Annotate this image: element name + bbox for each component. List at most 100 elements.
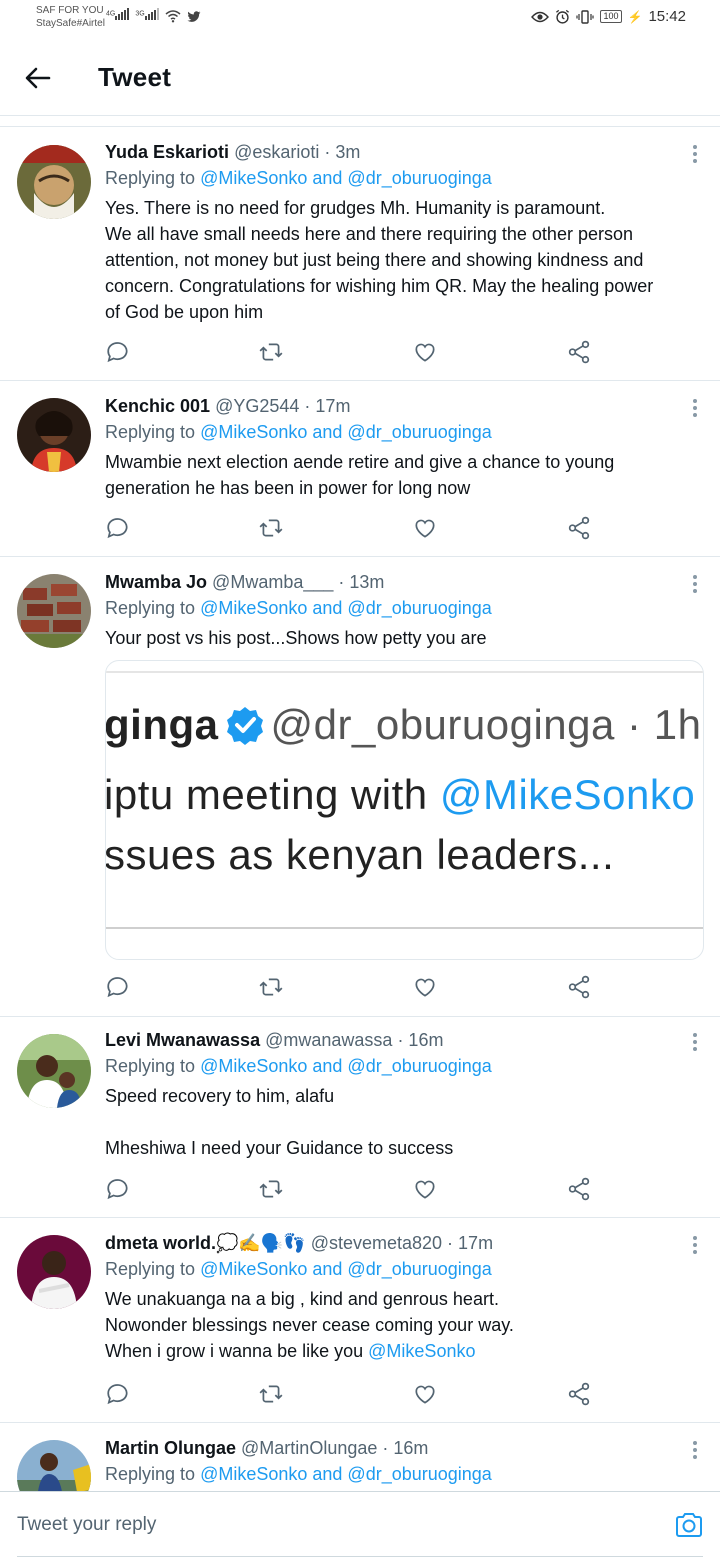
mention-link[interactable]: @MikeSonko (368, 1341, 475, 1361)
share-icon[interactable] (566, 339, 594, 367)
like-icon[interactable] (412, 339, 440, 367)
avatar[interactable] (17, 1440, 91, 1491)
mention-link[interactable]: @MikeSonko and @dr_oburuoginga (200, 598, 492, 618)
eye-icon (531, 11, 550, 22)
vibrate-icon (576, 9, 595, 24)
tweet-text: Mwambie next election aende retire and g… (105, 452, 615, 498)
mention-link[interactable]: @MikeSonko and @dr_oburuoginga (200, 1464, 492, 1484)
display-name[interactable]: Mwamba Jo (105, 572, 207, 592)
reply-tweet[interactable]: Martin Olungae @MartinOlungae · 16m Repl… (0, 1423, 720, 1491)
user-handle[interactable]: @eskarioti (234, 142, 319, 162)
embedded-handle: @dr_oburuoginga · 1h (270, 701, 702, 748)
reply-icon[interactable] (105, 1176, 133, 1204)
signal-icon: 4G (106, 8, 130, 23)
carrier-label: SAF FOR YOU StaySafe#Airtel (36, 5, 105, 29)
more-options-icon[interactable] (692, 1441, 698, 1461)
mention-link[interactable]: @MikeSonko and @dr_oburuoginga (200, 422, 492, 442)
reply-icon[interactable] (105, 339, 133, 367)
tweet-actions (105, 515, 595, 543)
share-icon[interactable] (566, 1176, 594, 1204)
timestamp: · 17m (447, 1233, 494, 1253)
tweet-text: Yes. There is no need for grudges Mh. Hu… (105, 198, 654, 322)
page-title: Tweet (98, 62, 172, 92)
like-icon[interactable] (412, 1381, 440, 1409)
like-icon[interactable] (412, 974, 440, 1002)
status-bar: SAF FOR YOU StaySafe#Airtel 4G 3G 100 ⚡ … (0, 0, 720, 40)
like-icon[interactable] (412, 1176, 440, 1204)
share-icon[interactable] (566, 1381, 594, 1409)
reply-tweet[interactable]: Levi Mwanawassa @mwanawassa · 16m Replyi… (0, 1017, 720, 1218)
share-icon[interactable] (566, 974, 594, 1002)
user-handle[interactable]: @MartinOlungae (241, 1438, 377, 1458)
avatar[interactable] (17, 398, 91, 472)
user-handle[interactable]: @mwanawassa (265, 1030, 392, 1050)
timestamp: · 16m (382, 1438, 429, 1458)
reply-tweet[interactable]: Yuda Eskarioti @eskarioti · 3m Replying … (0, 127, 720, 381)
reply-tweet[interactable]: Mwamba Jo @Mwamba___ · 13m Replying to @… (0, 557, 720, 1017)
back-button[interactable] (22, 62, 54, 94)
tweet-actions (105, 1176, 595, 1204)
replying-to: Replying to @MikeSonko and @dr_oburuogin… (105, 1056, 492, 1076)
user-handle[interactable]: @stevemeta820 (311, 1233, 442, 1253)
display-name[interactable]: Yuda Eskarioti (105, 142, 229, 162)
share-icon[interactable] (566, 515, 594, 543)
avatar[interactable] (17, 1235, 91, 1309)
reply-tweet[interactable]: Kenchic 001 @YG2544 · 17m Replying to @M… (0, 381, 720, 557)
more-options-icon[interactable] (692, 1033, 698, 1053)
embedded-mention: @MikeSonko (439, 771, 696, 818)
replying-to: Replying to @MikeSonko and @dr_oburuogin… (105, 168, 492, 188)
retweet-icon[interactable] (258, 1381, 286, 1409)
reply-tweet[interactable]: dmeta world.💭✍️🗣️👣 @stevemeta820 · 17m R… (0, 1218, 720, 1423)
retweet-icon[interactable] (258, 974, 286, 1002)
like-icon[interactable] (412, 515, 440, 543)
timestamp: · 13m (338, 572, 385, 592)
top-app-bar: Tweet (0, 40, 720, 116)
screenshot-image: ginga @dr_oburuoginga · 1h iptu meeting w… (106, 671, 703, 929)
embedded-text: ssues as kenyan leaders... (106, 831, 615, 878)
tweet-text: Your post vs his post...Shows how petty … (105, 628, 487, 648)
replying-to: Replying to @MikeSonko and @dr_oburuogin… (105, 1259, 492, 1279)
arrow-left-icon (25, 67, 51, 89)
signal-icons: 4G 3G (106, 8, 201, 23)
display-name[interactable]: Levi Mwanawassa (105, 1030, 260, 1050)
more-options-icon[interactable] (692, 145, 698, 165)
retweet-icon[interactable] (258, 515, 286, 543)
more-options-icon[interactable] (692, 399, 698, 419)
reply-icon[interactable] (105, 1381, 133, 1409)
wifi-icon (165, 10, 181, 23)
more-options-icon[interactable] (692, 575, 698, 595)
avatar[interactable] (17, 1034, 91, 1108)
embedded-text: iptu meeting with (106, 771, 428, 818)
avatar[interactable] (17, 574, 91, 648)
retweet-icon[interactable] (258, 339, 286, 367)
clock: 15:42 (648, 8, 686, 25)
tweet-text: We unakuanga na a big , kind and genrous… (105, 1289, 514, 1361)
more-options-icon[interactable] (692, 1236, 698, 1256)
retweet-icon[interactable] (258, 1176, 286, 1204)
timestamp: · 16m (397, 1030, 444, 1050)
reply-icon[interactable] (105, 974, 133, 1002)
status-right: 100 ⚡ 15:42 (531, 8, 686, 25)
signal-icon: 3G (135, 8, 159, 23)
embedded-name: ginga (106, 701, 219, 748)
mention-link[interactable]: @MikeSonko and @dr_oburuoginga (200, 168, 492, 188)
display-name[interactable]: Martin Olungae (105, 1438, 236, 1458)
tweet-actions (105, 1381, 595, 1409)
camera-icon (676, 1513, 702, 1537)
user-handle[interactable]: @Mwamba___ (212, 572, 333, 592)
reply-input[interactable]: Tweet your reply (17, 1514, 156, 1536)
mention-link[interactable]: @MikeSonko and @dr_oburuoginga (200, 1056, 492, 1076)
display-name[interactable]: dmeta world.💭✍️🗣️👣 (105, 1233, 306, 1253)
replying-to: Replying to @MikeSonko and @dr_oburuogin… (105, 422, 492, 442)
display-name[interactable]: Kenchic 001 (105, 396, 210, 416)
battery-icon: 100 (600, 10, 622, 23)
reply-icon[interactable] (105, 515, 133, 543)
user-handle[interactable]: @YG2544 (215, 396, 299, 416)
mention-link[interactable]: @MikeSonko and @dr_oburuoginga (200, 1259, 492, 1279)
camera-button[interactable] (674, 1510, 704, 1540)
alarm-icon (556, 9, 570, 24)
avatar[interactable] (17, 145, 91, 219)
timestamp: · 3m (324, 142, 361, 162)
embedded-image[interactable]: ginga @dr_oburuoginga · 1h iptu meeting w… (105, 660, 704, 960)
twitter-bird-icon (187, 11, 201, 22)
